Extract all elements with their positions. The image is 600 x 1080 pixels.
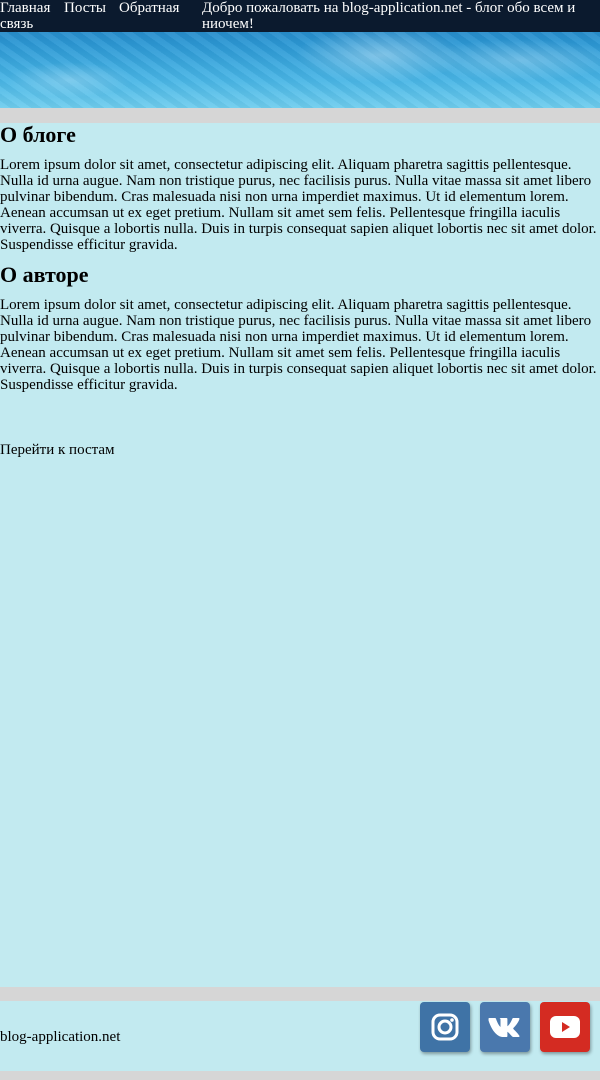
- youtube-button[interactable]: [540, 1002, 590, 1052]
- header-banner: Главная Посты Обратная связь Добро пожал…: [0, 0, 600, 108]
- footer-separator-top: [0, 987, 600, 1001]
- footer-separator-bottom: [0, 1071, 600, 1080]
- header-separator: [0, 108, 600, 123]
- instagram-icon: [431, 1013, 459, 1041]
- nav-feedback-link[interactable]: Обратная: [119, 0, 179, 16]
- nav-posts-link[interactable]: Посты: [64, 0, 106, 16]
- about-blog-section: О блоге Lorem ipsum dolor sit amet, cons…: [0, 122, 600, 254]
- instagram-button[interactable]: [420, 1002, 470, 1052]
- footer: blog-application.net: [0, 1001, 600, 1071]
- welcome-message: Добро пожаловать на blog-application.net…: [202, 0, 576, 32]
- go-to-posts-link[interactable]: Перейти к постам: [0, 442, 115, 458]
- about-blog-title: О блоге: [0, 122, 76, 147]
- about-author-section: О авторе Lorem ipsum dolor sit amet, con…: [0, 262, 600, 394]
- main-content: О блоге Lorem ipsum dolor sit amet, cons…: [0, 122, 600, 394]
- about-author-title: О авторе: [0, 262, 89, 287]
- vk-button[interactable]: [480, 1002, 530, 1052]
- vk-icon: [488, 1018, 520, 1037]
- nav-home-link[interactable]: Главная: [0, 0, 50, 16]
- about-author-text: Lorem ipsum dolor sit amet, consectetur …: [0, 297, 597, 393]
- footer-site-name: blog-application.net: [0, 1029, 121, 1045]
- about-blog-text: Lorem ipsum dolor sit amet, consectetur …: [0, 157, 597, 253]
- youtube-icon: [550, 1016, 580, 1038]
- nav-feedback-link-line2[interactable]: связь: [0, 16, 33, 32]
